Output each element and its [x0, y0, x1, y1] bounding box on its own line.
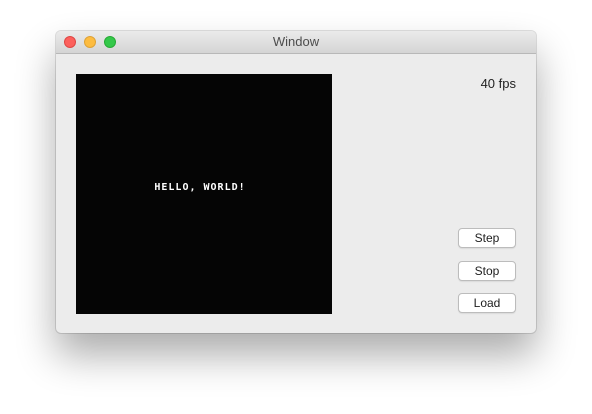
stop-button[interactable]: Stop [458, 261, 516, 281]
fps-counter: 40 fps [480, 76, 516, 91]
app-window: Window HELLO, WORLD! 40 fps Step Stop Lo… [56, 31, 536, 333]
window-title: Window [272, 34, 320, 49]
screen-text: HELLO, WORLD! [154, 182, 246, 193]
load-button[interactable]: Load [458, 293, 516, 313]
emulator-screen: HELLO, WORLD! [76, 74, 332, 314]
step-button[interactable]: Step [458, 228, 516, 248]
title-bar[interactable]: Window [56, 31, 536, 54]
